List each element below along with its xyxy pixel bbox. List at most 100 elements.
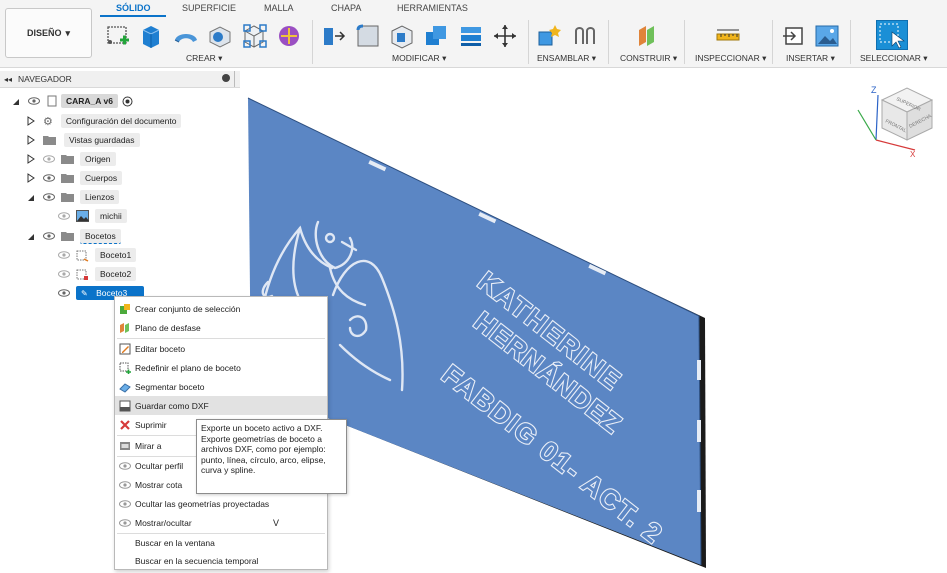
collapsed-triangle-icon[interactable] [27,173,35,183]
visibility-eye-icon[interactable] [43,232,55,240]
menu-item-find-in-window[interactable]: Buscar en la ventana [115,533,327,552]
tree-row-sketch2[interactable]: Boceto2 [58,266,137,282]
group-inspect-label[interactable]: INSPECCIONAR ▾ [695,53,766,64]
tree-row-saved-views[interactable]: Vistas guardadas [27,132,140,148]
workspace-switcher-button[interactable]: DISEÑO ▾ [5,8,92,58]
tree-row-sketch1[interactable]: Boceto1 [58,247,137,263]
tree-label[interactable]: Boceto1 [95,248,137,262]
eye-icon [119,499,131,508]
tab-surface[interactable]: SUPERFICIE [182,3,236,13]
tab-solid[interactable]: SÓLIDO [116,3,151,13]
gear-icon: ⚙ [43,115,53,128]
construction-plane-icon[interactable] [633,22,661,50]
select-tool-button[interactable] [876,20,908,50]
move-icon[interactable] [491,22,519,50]
group-select-label[interactable]: SELECCIONAR ▾ [860,53,928,64]
measure-icon[interactable] [714,22,742,50]
tree-label[interactable]: Vistas guardadas [64,133,140,147]
tree-row-origin[interactable]: Origen [27,151,116,167]
browser-pin-icon[interactable] [222,74,230,82]
browser-resize-handle[interactable] [234,71,235,87]
new-component-icon[interactable] [536,22,564,50]
expanded-triangle-icon[interactable] [27,231,35,241]
menu-item-edit-sketch[interactable]: Editar boceto [115,339,327,358]
shell-icon[interactable] [388,22,416,50]
tree-label[interactable]: Lienzos [80,190,120,204]
visibility-eye-icon[interactable] [58,289,70,297]
tree-label[interactable]: Cuerpos [80,171,123,185]
joint-icon[interactable] [571,22,599,50]
visibility-eye-icon[interactable] [43,174,55,182]
fillet-icon[interactable] [354,22,382,50]
menu-item-save-as-dxf[interactable]: Guardar como DXF [115,396,327,415]
workspace-label: DISEÑO [26,28,62,38]
viewcube-y-axis [857,109,877,141]
tree-row-sketches[interactable]: Bocetos [27,228,121,244]
split-body-icon[interactable] [457,22,485,50]
pattern-icon[interactable] [241,22,269,50]
insert-canvas-icon[interactable] [813,22,841,50]
form-icon[interactable] [275,22,303,50]
redefine-plane-icon [119,362,131,374]
tree-row-canvas-michii[interactable]: michii [58,208,127,224]
expanded-triangle-icon[interactable] [12,96,20,106]
tree-label[interactable]: Bocetos [80,228,121,244]
hidden-eye-icon[interactable] [58,251,70,259]
insert-derive-icon[interactable] [780,22,808,50]
root-component-label[interactable]: CARA_A v6 [61,94,118,108]
select-cursor-icon [879,23,905,49]
menu-item-slice-sketch[interactable]: Segmentar boceto [115,377,327,396]
tree-row-bodies[interactable]: Cuerpos [27,170,123,186]
collapsed-triangle-icon[interactable] [27,154,35,164]
group-insert-label[interactable]: INSERTAR ▾ [786,53,835,64]
visibility-eye-icon[interactable] [28,97,40,105]
create-sketch-icon[interactable] [104,22,132,50]
folder-icon [61,174,74,183]
tree-row-root[interactable]: CARA_A v6 [12,93,133,109]
group-assemble-label[interactable]: ENSAMBLAR ▾ [537,53,596,64]
collapsed-triangle-icon[interactable] [27,116,35,126]
tree-label[interactable]: michii [95,209,127,223]
canvas-image-icon [76,210,89,222]
menu-item-offset-plane[interactable]: Plano de desfase [115,318,327,337]
group-modify-label[interactable]: MODIFICAR ▾ [392,53,446,64]
slice-sketch-icon [119,382,131,393]
active-tab-indicator [100,15,166,17]
expanded-triangle-icon[interactable] [27,192,35,202]
tree-label[interactable]: Boceto2 [95,267,137,281]
press-pull-icon[interactable] [320,22,348,50]
viewcube[interactable]: Z X FRONTAL DERECHA SUPERIOR [857,85,933,159]
group-create-label[interactable]: CREAR ▾ [186,53,222,64]
edit-sketch-icon [119,343,131,354]
tree-label[interactable]: Configuración del documento [60,114,182,128]
group-construct-label[interactable]: CONSTRUIR ▾ [620,53,677,64]
revolve-icon[interactable] [172,22,200,50]
tree-label[interactable]: Origen [80,152,116,166]
eye-icon [119,461,131,470]
tooltip: Exporte un boceto activo a DXF. Exporte … [196,419,347,494]
menu-item-hide-projected-geometries[interactable]: Ocultar las geometrías proyectadas [115,494,327,513]
tree-row-canvases[interactable]: Lienzos [27,189,120,205]
hole-icon[interactable] [206,22,234,50]
collapsed-triangle-icon[interactable] [27,135,35,145]
extrude-icon[interactable] [137,22,165,50]
look-at-icon [120,441,130,450]
hidden-eye-icon[interactable] [43,155,55,163]
hidden-eye-icon[interactable] [58,212,70,220]
folder-icon [43,136,56,145]
menu-item-create-selection-set[interactable]: Crear conjunto de selección [115,299,327,318]
tab-mesh[interactable]: MALLA [264,3,294,13]
menu-item-redefine-sketch-plane[interactable]: Redefinir el plano de boceto [115,358,327,377]
tab-tools[interactable]: HERRAMIENTAS [397,3,468,13]
tab-sheet-metal[interactable]: CHAPA [331,3,361,13]
hidden-eye-icon[interactable] [58,270,70,278]
delete-icon [120,419,130,430]
tree-row-document-settings[interactable]: ⚙ Configuración del documento [27,113,182,129]
combine-icon[interactable] [422,22,450,50]
visibility-eye-icon[interactable] [43,193,55,201]
activate-radio-icon[interactable] [122,96,133,107]
menu-item-find-in-timeline[interactable]: Buscar en la secuencia temporal [115,551,327,570]
collapse-browser-icon[interactable]: ◂◂ [4,75,12,84]
menu-item-show-hide[interactable]: Mostrar/ocultar V [115,513,327,532]
group-separator [684,20,685,64]
